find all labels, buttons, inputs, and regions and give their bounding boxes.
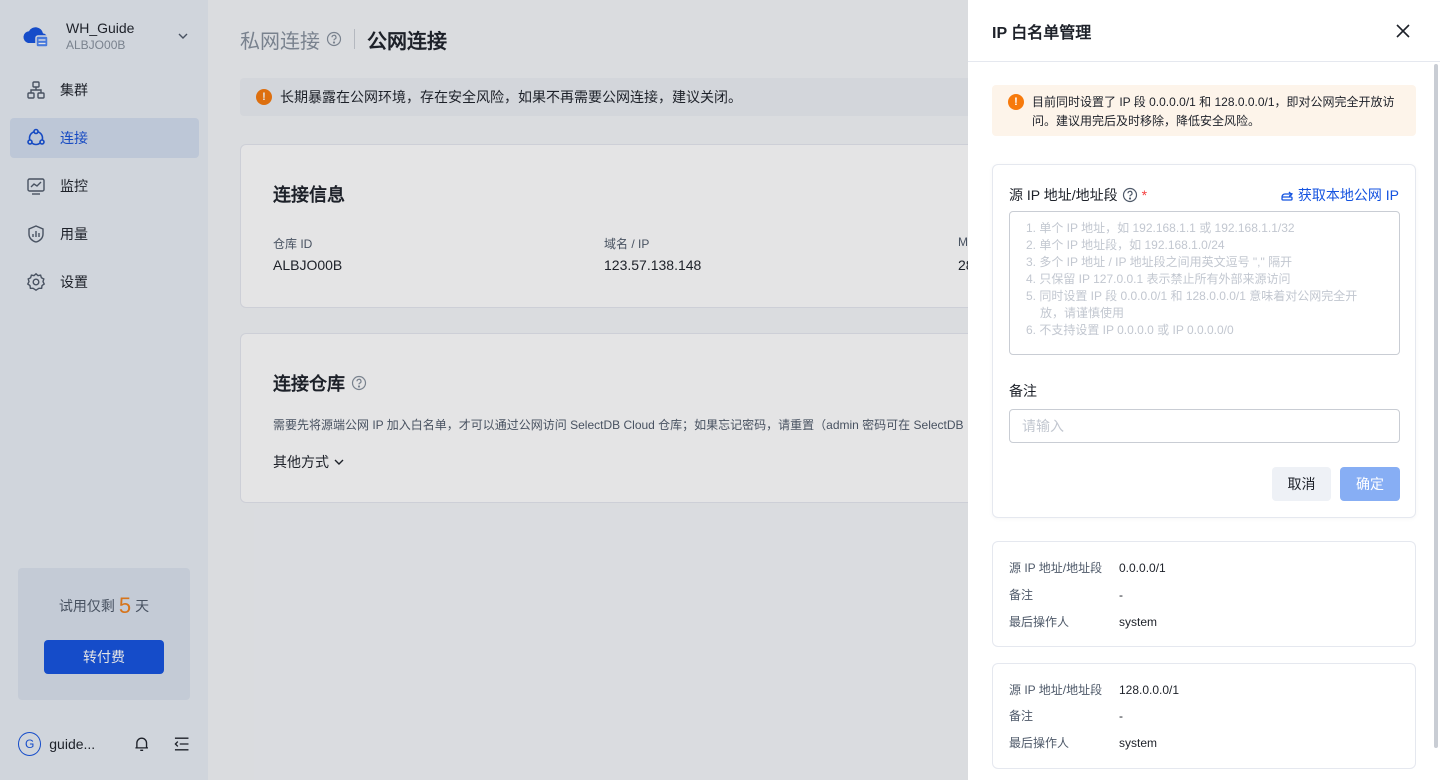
rule-operator-value: system — [1119, 736, 1158, 750]
rule-ip-value: 128.0.0.0/1 — [1119, 683, 1180, 697]
placeholder-line: 3. 多个 IP 地址 / IP 地址段之间用英文逗号 "," 隔开 — [1026, 255, 1293, 269]
close-icon[interactable] — [1394, 22, 1412, 40]
warning-icon: ! — [1008, 94, 1024, 110]
drawer-scrollbar[interactable] — [1434, 64, 1438, 748]
help-icon[interactable] — [1122, 187, 1138, 203]
remark-label: 备注 — [1009, 383, 1037, 399]
whitelist-rule-card: 源 IP 地址/地址段 128.0.0.0/1 备注 - 最后操作人 syste… — [992, 663, 1416, 769]
whitelist-form: 源 IP 地址/地址段 * 获取本地公网 IP 1. 单个 IP 地址，如 19… — [992, 164, 1416, 518]
placeholder-line: 2. 单个 IP 地址段，如 192.168.1.0/24 — [1026, 238, 1225, 252]
rule-remark-label: 备注 — [1009, 588, 1034, 602]
required-mark: * — [1141, 187, 1148, 203]
source-ip-label-text: 源 IP 地址/地址段 — [1009, 187, 1118, 203]
open-access-alert-text: 目前同时设置了 IP 段 0.0.0.0/1 和 128.0.0.0/1，即对公… — [1032, 95, 1395, 128]
open-access-alert: ! 目前同时设置了 IP 段 0.0.0.0/1 和 128.0.0.0/1，即… — [992, 85, 1416, 136]
get-local-ip-link[interactable]: 获取本地公网 IP — [1280, 185, 1399, 205]
modal-overlay[interactable] — [0, 0, 968, 780]
rule-ip-value: 0.0.0.0/1 — [1119, 561, 1166, 575]
rule-remark-value: - — [1119, 709, 1123, 723]
drawer-title: IP 白名单管理 — [992, 24, 1092, 42]
placeholder-line: 6. 不支持设置 IP 0.0.0.0 或 IP 0.0.0.0/0 — [1026, 323, 1234, 337]
confirm-button[interactable]: 确定 — [1340, 467, 1400, 501]
source-ip-label: 源 IP 地址/地址段 * — [1009, 185, 1147, 205]
rule-remark-label: 备注 — [1009, 709, 1034, 723]
rule-operator-label: 最后操作人 — [1009, 736, 1070, 750]
placeholder-line: 放，请谨慎使用 — [1040, 306, 1125, 320]
drawer-header: IP 白名单管理 — [968, 0, 1440, 62]
refresh-ip-icon — [1281, 191, 1293, 201]
placeholder-line: 5. 同时设置 IP 段 0.0.0.0/1 和 128.0.0.0/1 意味着… — [1026, 289, 1358, 303]
cancel-button[interactable]: 取消 — [1272, 467, 1331, 501]
placeholder-line: 4. 只保留 IP 127.0.0.1 表示禁止所有外部来源访问 — [1026, 272, 1291, 286]
whitelist-rule-card: 源 IP 地址/地址段 0.0.0.0/1 备注 - 最后操作人 system — [992, 541, 1416, 647]
remark-input[interactable] — [1009, 409, 1400, 443]
get-local-ip-text: 获取本地公网 IP — [1297, 187, 1399, 203]
placeholder-line: 1. 单个 IP 地址，如 192.168.1.1 或 192.168.1.1/… — [1026, 221, 1295, 235]
rule-ip-label: 源 IP 地址/地址段 — [1009, 683, 1103, 697]
rule-remark-value: - — [1119, 588, 1123, 602]
source-ip-textarea[interactable]: 1. 单个 IP 地址，如 192.168.1.1 或 192.168.1.1/… — [1009, 211, 1400, 355]
rule-operator-label: 最后操作人 — [1009, 615, 1070, 629]
rule-ip-label: 源 IP 地址/地址段 — [1009, 561, 1103, 575]
ip-whitelist-drawer: IP 白名单管理 ! 目前同时设置了 IP 段 0.0.0.0/1 和 128.… — [968, 0, 1440, 780]
rule-operator-value: system — [1119, 615, 1158, 629]
